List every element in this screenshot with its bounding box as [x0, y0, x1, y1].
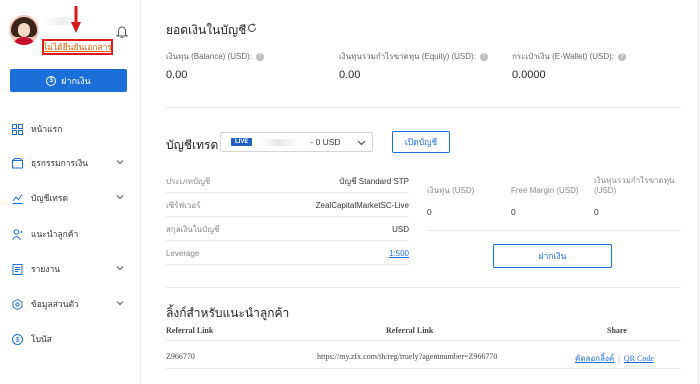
- ewallet-value: 0.0000: [512, 69, 546, 81]
- balance-title: ยอดเงินในบัญชี: [166, 23, 247, 37]
- sidebar-item-label: โบนัส: [31, 334, 52, 344]
- refresh-icon[interactable]: [247, 23, 257, 33]
- avatar[interactable]: [9, 15, 39, 45]
- help-icon: ?: [479, 52, 488, 61]
- help-icon: ?: [255, 52, 264, 61]
- divider: [166, 107, 681, 108]
- wallet-icon: [12, 157, 23, 169]
- dollar-icon: $: [46, 75, 57, 86]
- leverage-link[interactable]: 1:500: [389, 249, 409, 258]
- account-select[interactable]: LIVE - 0 USD: [220, 132, 373, 152]
- chevron-down-icon: [116, 195, 124, 200]
- account-suffix: - 0 USD: [310, 137, 341, 147]
- table-header: Share: [607, 326, 627, 335]
- qr-code-link[interactable]: QR Code: [624, 354, 654, 363]
- chevron-down-icon: [357, 140, 366, 146]
- info-row-server: เซิร์ฟเวอร์ ZealCapitalMarketSC-Live: [166, 194, 409, 217]
- sidebar-item-label: แนะนำลูกค้า: [31, 229, 79, 239]
- account-number-redacted: [260, 138, 309, 146]
- user-plus-icon: [12, 228, 23, 240]
- stat-free-margin-label: Free Margin (USD): [511, 186, 579, 195]
- divider: [166, 368, 681, 369]
- report-icon: [12, 263, 23, 275]
- red-arrow-icon: [71, 6, 81, 33]
- sidebar-item-profile[interactable]: ข้อมูลส่วนตัว: [12, 296, 130, 312]
- main-content: ยอดเงินในบัญชี เงินทุน (Balance) (USD):?…: [141, 0, 700, 384]
- sidebar: ไม่ได้ยืนยันเอกสาร $ ฝากเงิน หน้าแรก ธุร…: [0, 0, 141, 384]
- sidebar-item-label: ธุรกรรมการเงิน: [31, 158, 88, 168]
- table-header: Referral Link: [166, 326, 214, 335]
- bonus-icon: $: [12, 333, 23, 345]
- balance-label: เงินทุน (Balance) (USD):?: [166, 50, 264, 63]
- divider: [427, 230, 681, 231]
- settings-icon: [12, 298, 23, 310]
- equity-value: 0.00: [339, 69, 361, 81]
- info-row-account-type: ประเภทบัญชี บัญชี Standard STP: [166, 170, 409, 193]
- dashboard-icon: [12, 123, 23, 135]
- sidebar-item-report[interactable]: รายงาน: [12, 261, 130, 277]
- chevron-down-icon: [116, 266, 124, 271]
- verify-document-link[interactable]: ไม่ได้ยืนยันเอกสาร: [43, 40, 112, 54]
- sidebar-item-transactions[interactable]: ธุรกรรมการเงิน: [12, 155, 130, 171]
- sidebar-item-referral[interactable]: แนะนำลูกค้า: [12, 226, 130, 242]
- stat-equity-value: 0: [594, 207, 599, 217]
- referral-url: https://my.zfx.com/th/reg/truely?agentnu…: [317, 352, 498, 361]
- ewallet-label: กระเป๋าเงิน (E-Wallet) (USD):?: [512, 50, 626, 63]
- sidebar-item-label: หน้าแรก: [31, 124, 63, 134]
- trading-account-title: บัญชีเทรด: [166, 138, 219, 152]
- stat-free-margin-value: 0: [511, 207, 516, 217]
- share-actions: คัดลอกลิ้งค์ | QR Code: [575, 354, 654, 363]
- sidebar-deposit-button[interactable]: $ ฝากเงิน: [10, 69, 127, 92]
- help-icon: ?: [618, 52, 626, 61]
- sidebar-item-home[interactable]: หน้าแรก: [12, 121, 130, 137]
- info-row-currency: สกุลเงินในบัญชี USD: [166, 218, 409, 241]
- verify-document-highlight: ไม่ได้ยืนยันเอกสาร: [42, 39, 113, 55]
- sidebar-item-trading-account[interactable]: บัญชีเทรด: [12, 190, 130, 206]
- referral-code: Z966770: [166, 352, 195, 361]
- chevron-down-icon: [116, 160, 124, 165]
- divider: [166, 340, 681, 341]
- stat-balance-value: 0: [427, 207, 432, 217]
- deposit-button[interactable]: ฝากเงิน: [493, 244, 612, 268]
- live-badge: LIVE: [231, 138, 253, 146]
- open-account-button[interactable]: เปิดบัญชี: [392, 131, 450, 153]
- stat-balance-label: เงินทุน (USD): [427, 186, 475, 195]
- info-row-leverage: Leverage 1:500: [166, 242, 409, 265]
- referral-title: ลิ้งก์สำหรับแนะนำลูกค้า: [166, 306, 290, 320]
- sidebar-item-label: ข้อมูลส่วนตัว: [31, 299, 79, 309]
- table-header: Referral Link: [386, 326, 434, 335]
- chart-icon: [12, 193, 23, 204]
- sidebar-item-label: บัญชีเทรด: [31, 193, 69, 203]
- chevron-down-icon: [116, 301, 124, 306]
- divider: [166, 287, 681, 288]
- stat-equity-label: เงินทุนรวมกำไรขาดทุน (USD): [594, 176, 675, 195]
- equity-label: เงินทุนรวมกำไรขาดทุน (Equity) (USD):?: [339, 50, 488, 63]
- balance-value: 0.00: [166, 69, 188, 81]
- sidebar-item-label: รายงาน: [31, 264, 61, 274]
- sidebar-item-bonus[interactable]: $ โบนัส: [12, 331, 130, 347]
- deposit-label: ฝากเงิน: [61, 75, 91, 86]
- svg-text:$: $: [16, 337, 20, 344]
- copy-link-button[interactable]: คัดลอกลิ้งค์: [575, 354, 614, 363]
- bell-icon[interactable]: [116, 26, 128, 39]
